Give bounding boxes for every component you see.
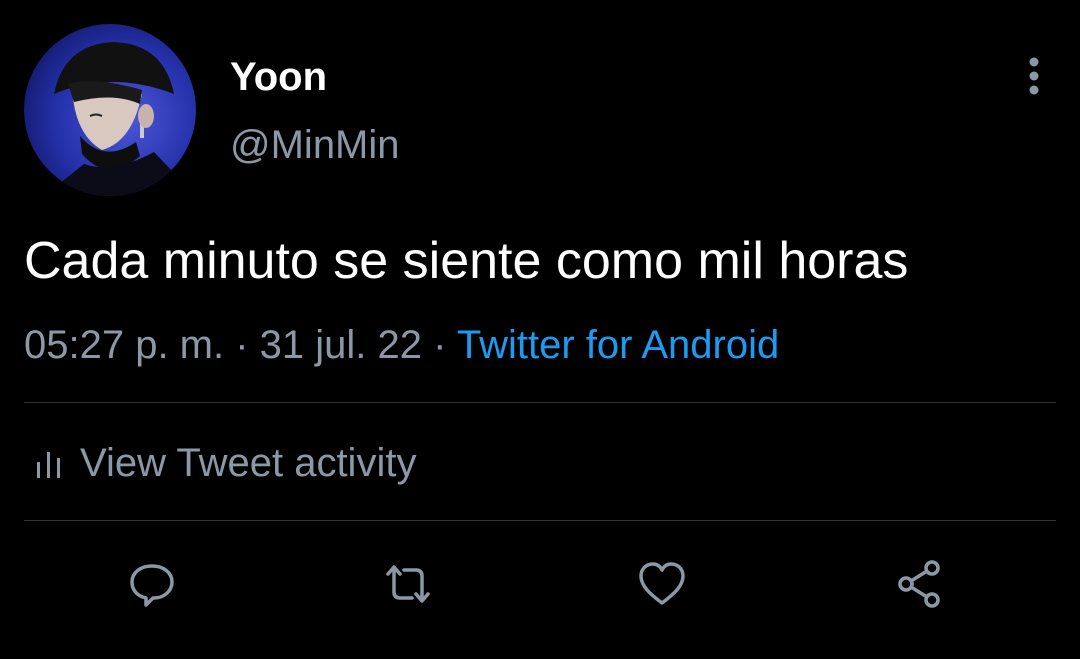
vertical-ellipsis-icon bbox=[1029, 57, 1039, 95]
tweet-metadata: 05:27 p. m. · 31 jul. 22 · Twitter for A… bbox=[24, 322, 779, 368]
tweet-source-link[interactable]: Twitter for Android bbox=[457, 323, 779, 367]
avatar[interactable] bbox=[24, 24, 196, 196]
bar-chart-icon bbox=[37, 452, 60, 478]
meta-separator: · bbox=[422, 323, 457, 367]
retweet-icon bbox=[386, 565, 430, 603]
share-icon bbox=[898, 560, 940, 608]
author-display-name[interactable]: Yoon bbox=[230, 54, 327, 100]
heart-icon bbox=[639, 562, 685, 605]
retweet-button[interactable] bbox=[380, 556, 436, 612]
avatar-image bbox=[24, 24, 196, 196]
divider bbox=[24, 520, 1056, 521]
tweet-time[interactable]: 05:27 p. m. bbox=[24, 323, 224, 367]
view-tweet-activity-label: View Tweet activity bbox=[80, 440, 417, 485]
tweet-date[interactable]: 31 jul. 22 bbox=[260, 323, 422, 367]
tweet-detail: Yoon @MinMin Cada minuto se siente como … bbox=[0, 0, 1080, 659]
like-button[interactable] bbox=[634, 556, 690, 612]
more-options-button[interactable] bbox=[1014, 56, 1054, 96]
view-tweet-activity-button[interactable]: View Tweet activity bbox=[36, 438, 416, 488]
meta-separator: · bbox=[224, 323, 260, 367]
reply-button[interactable] bbox=[124, 556, 180, 612]
tweet-text: Cada minuto se siente como mil horas bbox=[24, 232, 909, 290]
reply-icon bbox=[130, 564, 174, 607]
divider bbox=[24, 402, 1056, 403]
author-handle[interactable]: @MinMin bbox=[230, 122, 400, 168]
share-button[interactable] bbox=[892, 556, 948, 612]
